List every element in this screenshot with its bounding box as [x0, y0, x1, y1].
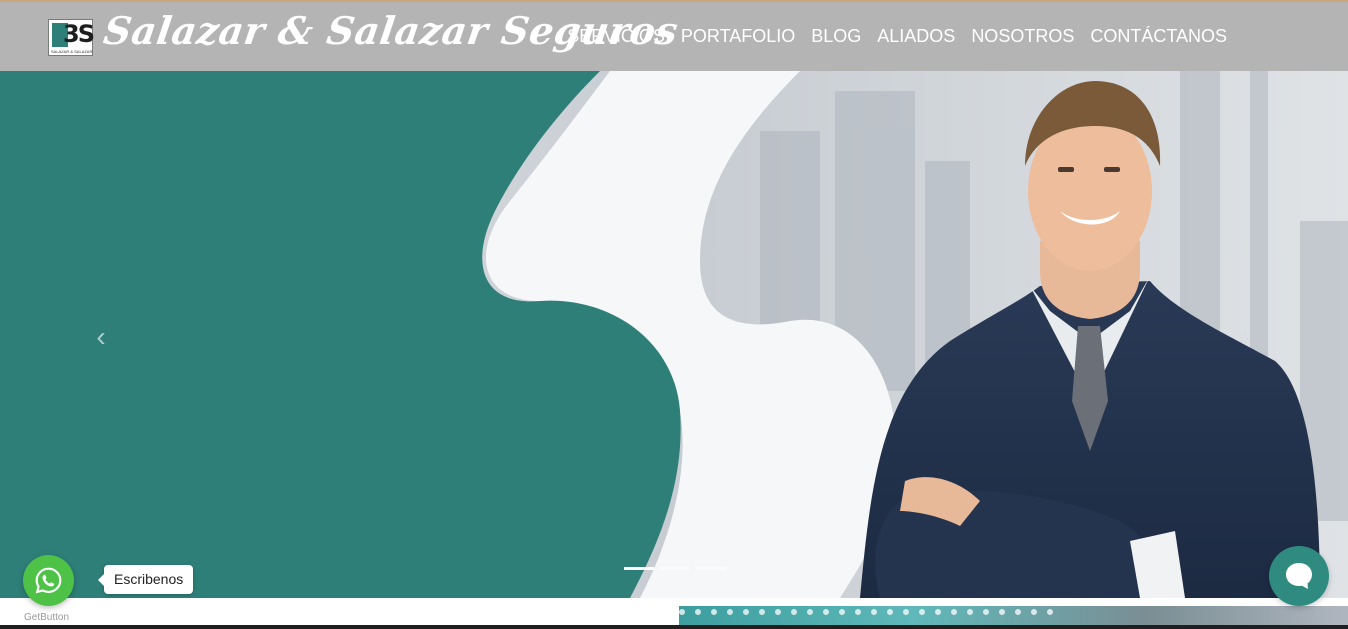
- carousel-indicators: [624, 567, 726, 570]
- whatsapp-button[interactable]: [23, 555, 74, 606]
- nav-contactanos[interactable]: CONTÁCTANOS: [1090, 26, 1227, 47]
- logo-caption: SALAZAR & SALAZAR: [51, 49, 93, 54]
- nav-servicios[interactable]: SERVICIOS: [567, 26, 665, 47]
- carousel-indicator[interactable]: [696, 567, 726, 570]
- chevron-left-icon: ‹: [96, 321, 106, 352]
- hero-carousel: ‹ ›: [0, 71, 1348, 598]
- carousel-indicator[interactable]: [660, 567, 690, 570]
- getbutton-credit[interactable]: GetButton: [24, 612, 69, 623]
- chat-bubble-icon: [1286, 563, 1312, 589]
- decorative-dots: [679, 609, 1053, 615]
- bottom-edge: [0, 625, 1348, 629]
- whatsapp-icon: [35, 567, 62, 594]
- chevron-right-icon: ›: [1241, 321, 1251, 352]
- whatsapp-tooltip[interactable]: Escribenos: [97, 565, 194, 594]
- nav-portafolio[interactable]: PORTAFOLIO: [681, 26, 795, 47]
- hero-artwork: [0, 71, 1348, 598]
- nav-aliados[interactable]: ALIADOS: [877, 26, 955, 47]
- carousel-prev-button[interactable]: ‹: [89, 321, 113, 352]
- main-nav: SERVICIOS PORTAFOLIO BLOG ALIADOS NOSOTR…: [567, 26, 1227, 47]
- logo-monogram: 3S: [63, 20, 95, 48]
- chat-button[interactable]: [1269, 546, 1329, 606]
- nav-nosotros[interactable]: NOSOTROS: [971, 26, 1074, 47]
- page: 3S SALAZAR & SALAZAR Salazar & Salazar S…: [0, 0, 1348, 629]
- carousel-next-button[interactable]: ›: [1234, 321, 1258, 352]
- site-header: 3S SALAZAR & SALAZAR Salazar & Salazar S…: [0, 0, 1348, 71]
- carousel-indicator[interactable]: [624, 567, 654, 570]
- logo[interactable]: 3S SALAZAR & SALAZAR: [48, 19, 95, 56]
- nav-blog[interactable]: BLOG: [811, 26, 861, 47]
